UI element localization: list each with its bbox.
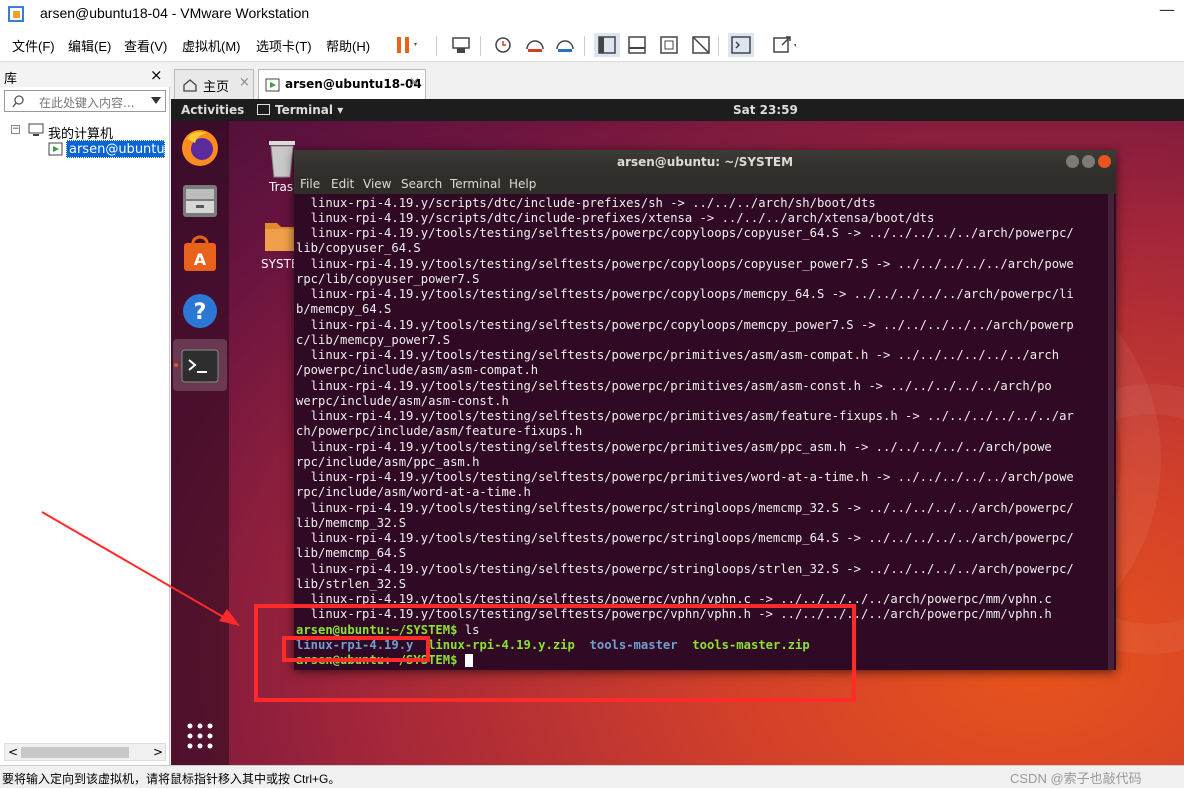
- watermark: CSDN @索子也敲代码: [1010, 771, 1142, 786]
- annotation-arrow-line: [41, 511, 226, 619]
- annotation-box-large: [254, 604, 856, 702]
- annotation-box-small: [282, 636, 430, 662]
- annotation-arrow-head: [219, 609, 240, 626]
- status-text: 要将输入定向到该虚拟机，请将鼠标指针移入其中或按 Ctrl+G。: [2, 772, 341, 786]
- status-bar: 要将输入定向到该虚拟机，请将鼠标指针移入其中或按 Ctrl+G。 CSDN @索…: [0, 765, 1184, 788]
- annotation-overlay: [41, 511, 856, 702]
